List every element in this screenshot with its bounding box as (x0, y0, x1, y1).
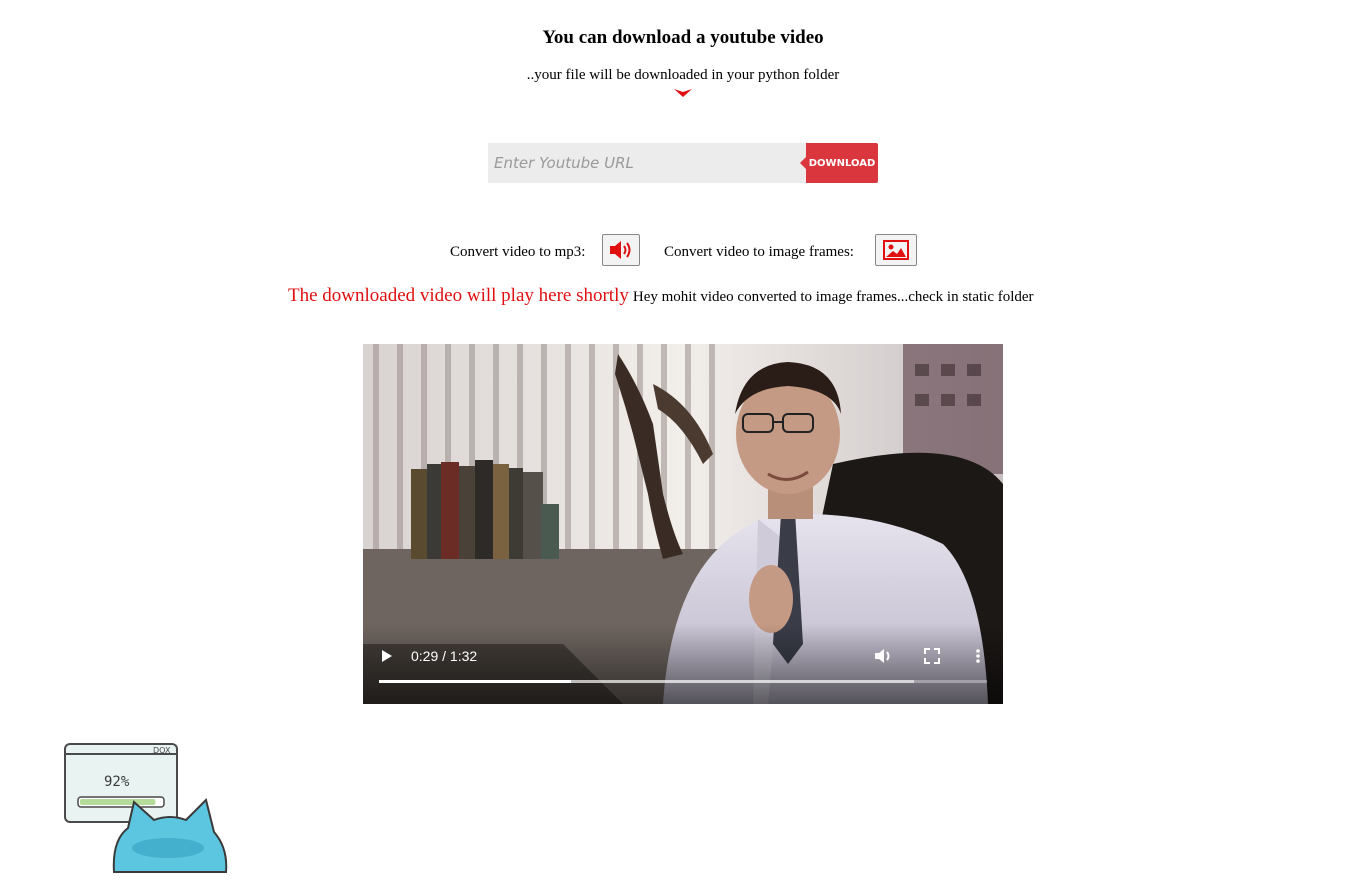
convert-options: Convert video to mp3: Convert video to i… (0, 234, 1366, 267)
video-progress-fill (379, 680, 571, 683)
loading-mascot-illustration: DOX 92% (64, 743, 228, 873)
video-player[interactable]: 0:29 / 1:32 (363, 344, 1003, 704)
mascot-progress-text: 92% (104, 774, 130, 790)
video-time-display: 0:29 / 1:32 (411, 648, 478, 664)
status-messages: The downloaded video will play here shor… (288, 285, 1088, 307)
volume-icon (610, 241, 631, 259)
image-icon (883, 240, 909, 260)
down-arrow-icon (674, 89, 692, 97)
frames-converted-message: Hey mohit video converted to image frame… (632, 289, 1034, 305)
youtube-url-input[interactable] (488, 143, 806, 183)
page-subtitle: ..your file will be downloaded in your p… (526, 67, 840, 83)
download-button[interactable]: DOWNLOAD (800, 143, 878, 183)
download-form: DOWNLOAD (488, 143, 878, 183)
mascot-window-label: DOX (153, 746, 171, 755)
page-title: You can download a youtube video (542, 27, 824, 48)
video-controls (363, 624, 1003, 704)
video-play-message: The downloaded video will play here shor… (288, 285, 629, 306)
video-seek-bar[interactable] (379, 680, 987, 683)
convert-mp3-button[interactable] (602, 234, 640, 266)
convert-mp3-label: Convert video to mp3: (450, 244, 586, 260)
volume-icon[interactable] (873, 646, 895, 666)
convert-frames-label: Convert video to image frames: (664, 244, 854, 260)
more-options-icon[interactable] (973, 646, 983, 666)
play-icon[interactable] (379, 646, 395, 666)
mascot-progress-fill (80, 799, 156, 805)
convert-frames-button[interactable] (875, 234, 917, 266)
fullscreen-icon[interactable] (923, 647, 941, 665)
page: You can download a youtube video ..your … (0, 0, 1366, 887)
